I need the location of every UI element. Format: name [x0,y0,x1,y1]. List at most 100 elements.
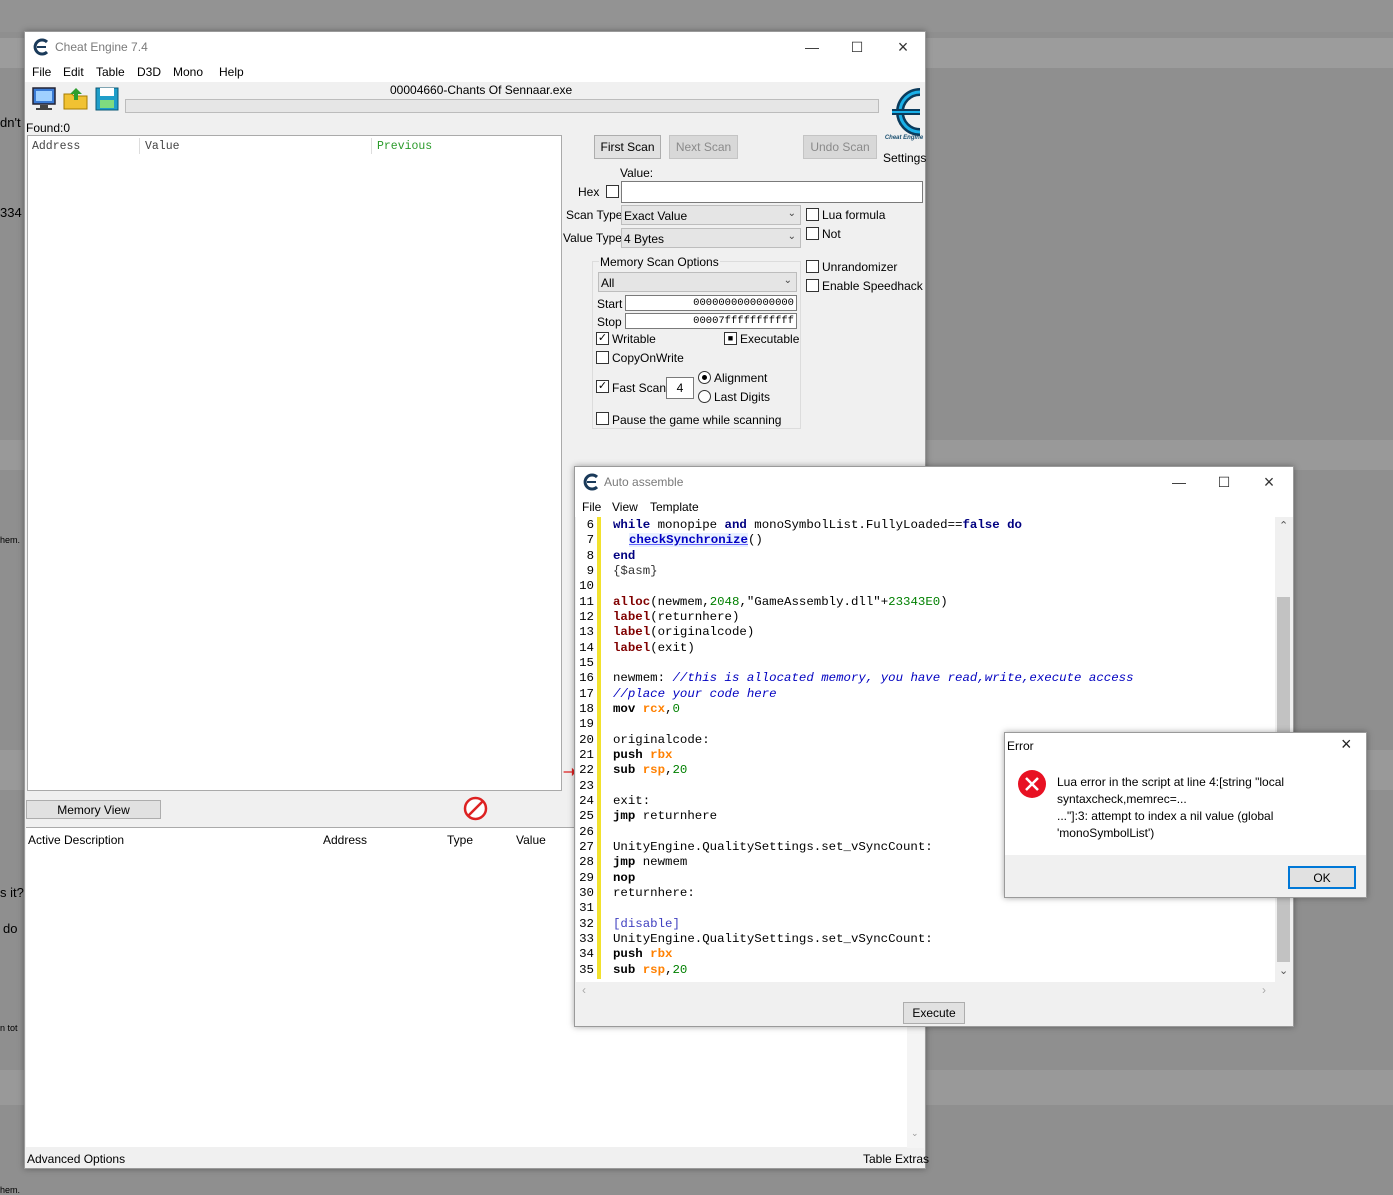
first-scan-button[interactable]: First Scan [594,135,661,159]
maximize-button[interactable]: ☐ [1201,467,1247,497]
start-address-input[interactable]: 0000000000000000 [625,295,797,311]
scan-type-value: Exact Value [624,209,688,223]
menu-help[interactable]: Help [219,65,244,79]
executable-checkbox[interactable]: ■ [724,332,737,345]
menu-mono[interactable]: Mono [173,65,203,79]
menu-table[interactable]: Table [96,65,125,79]
lua-formula-checkbox[interactable] [806,208,819,221]
code-line: {$asm} [613,564,658,578]
writable-checkbox[interactable]: ✓ [596,332,609,345]
fast-scan-alignment-input[interactable]: 4 [666,377,694,399]
enable-speedhack-checkbox[interactable] [806,279,819,292]
chevron-down-icon: ⌄ [783,275,792,286]
menu-d3d[interactable]: D3D [137,65,161,79]
unrandomizer-checkbox[interactable] [806,260,819,273]
column-value[interactable]: Value [516,833,546,847]
code-token: alloc [613,595,651,609]
column-value[interactable]: Value [145,140,180,153]
column-address[interactable]: Address [323,833,367,847]
save-disk-icon [95,87,119,111]
close-button[interactable]: × [1246,467,1292,497]
alignment-radio[interactable] [698,371,711,384]
settings-label[interactable]: Settings [883,151,926,165]
chevron-up-icon[interactable]: ⌃ [1279,519,1288,532]
column-active-description[interactable]: Active Description [28,833,124,847]
pause-game-checkbox[interactable] [596,412,609,425]
code-token: rbx [642,748,673,762]
window-title: Cheat Engine 7.4 [55,40,148,54]
menu-view[interactable]: View [612,500,638,514]
value-type-select[interactable]: 4 Bytes ⌄ [621,228,801,248]
code-token: while [613,518,651,532]
code-token: , [665,963,673,977]
code-line: jmp newmem [613,855,687,869]
clear-list-button[interactable] [462,795,489,822]
background-text: dn't [0,115,21,130]
last-digits-radio[interactable] [698,390,711,403]
execute-button[interactable]: Execute [903,1002,965,1024]
not-checkbox[interactable] [806,227,819,240]
chevron-down-icon[interactable]: ⌄ [1279,964,1288,977]
code-token: newmem [635,855,688,869]
chevron-right-icon[interactable]: › [1262,983,1266,997]
writable-label: Writable [612,332,656,346]
cheat-engine-logo-icon [583,473,599,491]
code-line: sub rsp,20 [613,763,687,777]
horizontal-scrollbar[interactable]: ‹ › [576,982,1276,999]
code-line: alloc(newmem,2048,"GameAssembly.dll"+233… [613,595,948,609]
not-label: Not [822,227,841,241]
save-button[interactable] [92,85,122,113]
logo-caption: Cheat Engine [884,135,924,141]
close-button[interactable]: × [880,32,926,62]
menu-template[interactable]: Template [650,500,699,514]
minimize-button[interactable]: — [789,32,835,62]
close-icon[interactable]: × [1341,734,1352,755]
code-line: nop [613,871,636,885]
title-bar: Auto assemble — ☐ × [575,467,1293,497]
ok-button[interactable]: OK [1288,866,1356,889]
folder-open-icon [63,88,88,110]
undo-scan-button[interactable]: Undo Scan [803,135,877,159]
scan-results-list[interactable]: Address Value Previous [27,135,562,791]
code-token: sub [613,763,636,777]
chevron-left-icon[interactable]: ‹ [582,983,586,997]
value-input[interactable] [621,181,923,203]
code-token: jmp [613,855,636,869]
table-extras-link[interactable]: Table Extras [863,1152,929,1166]
last-digits-label: Last Digits [714,390,771,404]
fast-scan-label: Fast Scan [612,381,667,395]
code-token: jmp [613,809,636,823]
column-type[interactable]: Type [447,833,473,847]
fast-scan-checkbox[interactable]: ✓ [596,380,609,393]
minimize-button[interactable]: — [1156,467,1202,497]
alignment-label: Alignment [714,371,768,385]
open-file-button[interactable] [61,85,91,113]
copy-on-write-checkbox[interactable] [596,351,609,364]
error-icon [1018,770,1046,798]
process-name: 00004660-Chants Of Sennaar.exe [390,83,573,97]
menu-file[interactable]: File [582,500,601,514]
stop-address-input[interactable]: 00007fffffffffff [625,313,797,329]
scan-type-select[interactable]: Exact Value ⌄ [621,205,801,225]
column-previous[interactable]: Previous [377,140,432,153]
error-message-line: Lua error in the script at line 4:[strin… [1057,775,1285,789]
open-process-button[interactable] [29,85,59,113]
menu-edit[interactable]: Edit [63,65,84,79]
maximize-button[interactable]: ☐ [834,32,880,62]
stop-label: Stop [597,315,622,329]
memory-view-button[interactable]: Memory View [26,800,161,819]
memory-region-select[interactable]: All ⌄ [598,272,797,292]
code-token: , [665,702,673,716]
value-type-value: 4 Bytes [624,232,665,246]
error-dialog: Error × Lua error in the script at line … [1004,732,1367,898]
code-token: rcx [635,702,666,716]
menu-file[interactable]: File [32,65,51,79]
advanced-options-link[interactable]: Advanced Options [27,1152,125,1166]
error-message-line: ..."]:3: attempt to index a nil value (g… [1057,809,1274,823]
cheat-engine-logo-icon [33,38,49,56]
next-scan-button[interactable]: Next Scan [669,135,738,159]
code-token: ,"GameAssembly.dll"+ [739,595,889,609]
column-address[interactable]: Address [32,140,80,153]
hex-checkbox[interactable] [606,185,619,198]
code-token: (returnhere) [650,610,740,624]
